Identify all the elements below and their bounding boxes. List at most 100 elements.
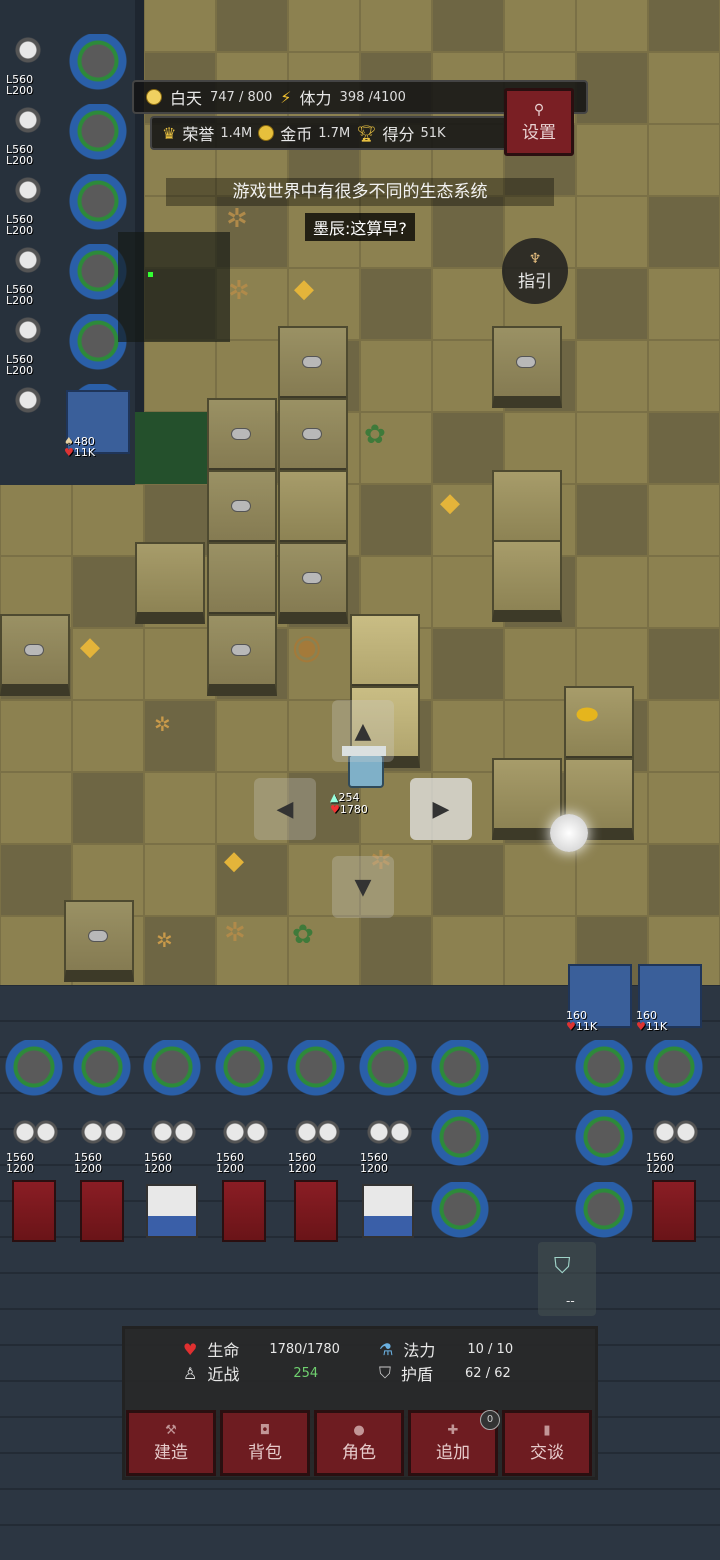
goblet-icon: ♆ — [528, 250, 542, 267]
rock-block[interactable] — [207, 542, 277, 624]
sand-tile — [0, 844, 72, 916]
melee-stat: ♙ 近战 254 — [183, 1361, 318, 1385]
rock-block[interactable] — [64, 900, 134, 982]
dpad-right-button[interactable]: ▶ — [410, 778, 472, 840]
talk-button[interactable]: ▮ 交谈 — [502, 1410, 592, 1476]
banner-tower[interactable] — [222, 1180, 266, 1242]
cannon-tower[interactable] — [574, 1110, 634, 1170]
chat-icon: ▮ — [543, 1423, 551, 1438]
sand-tile — [576, 844, 648, 916]
cannon-tower[interactable] — [430, 1182, 490, 1242]
gold-coin-icon — [258, 125, 275, 141]
dry-bush-icon: ✲ — [154, 712, 171, 736]
cactus-icon[interactable]: ✿ — [292, 922, 314, 948]
bird-nest-icon[interactable]: ◉ — [292, 630, 322, 664]
backpack-button[interactable]: ◘ 背包 — [220, 1410, 310, 1476]
stamina-icon: ⚡ — [280, 87, 292, 107]
sand-tile — [504, 916, 576, 988]
spire-tower-stats: 1560 1200 — [288, 1151, 316, 1175]
tip-message: 游戏世界中有很多不同的生态系统 — [166, 178, 554, 206]
build-button[interactable]: ⚒ 建造 — [126, 1410, 216, 1476]
cannon-tower[interactable] — [142, 1040, 202, 1100]
gold-crystal-icon[interactable]: ◆ — [224, 848, 244, 874]
cannon-tower[interactable] — [574, 1182, 634, 1242]
settings-button[interactable]: ⚲ 设置 — [504, 88, 574, 156]
sand-tile — [648, 628, 720, 700]
sand-tile — [0, 700, 72, 772]
dry-bush-icon: ✲ — [224, 918, 246, 948]
add-label: 追加 — [436, 1443, 470, 1463]
cannon-tower[interactable] — [72, 1040, 132, 1100]
sand-block[interactable] — [135, 542, 205, 624]
rock-block[interactable] — [207, 614, 277, 696]
sand-tile — [648, 124, 720, 196]
gold-crystal-icon[interactable]: ◆ — [80, 634, 100, 660]
sand-tile — [576, 268, 648, 340]
sand-tile — [360, 268, 432, 340]
rock-block[interactable] — [492, 326, 562, 408]
cannon-tower[interactable] — [430, 1040, 490, 1100]
skill-slot[interactable]: ⛉ -- — [538, 1242, 596, 1316]
gold-crystal-icon[interactable]: ◆ — [440, 490, 460, 516]
cannon-tower[interactable] — [214, 1040, 274, 1100]
sand-block[interactable] — [278, 470, 348, 552]
gold-ore-block[interactable]: ⬬ — [564, 686, 634, 768]
life-value: 1780/1780 — [269, 1341, 340, 1357]
guide-button[interactable]: ♆ 指引 — [502, 238, 568, 304]
dpad-left-button[interactable]: ◀ — [254, 778, 316, 840]
cannon-tower[interactable] — [574, 1040, 634, 1100]
sand-tile — [648, 52, 720, 124]
sand-block[interactable] — [492, 540, 562, 622]
sand-tile — [144, 772, 216, 844]
cactus-icon[interactable]: ✿ — [364, 422, 386, 448]
cannon-tower[interactable] — [644, 1040, 704, 1100]
sand-tile — [360, 340, 432, 412]
banner-tower[interactable] — [12, 1180, 56, 1242]
character-button[interactable]: ● 角色 — [314, 1410, 404, 1476]
spire-tower-stats: L560 L200 — [6, 283, 34, 307]
day-value: 747 / 800 — [210, 89, 273, 105]
cannon-tower[interactable] — [4, 1040, 64, 1100]
sand-tile — [648, 412, 720, 484]
settings-icon: ⚲ — [533, 101, 545, 118]
gold-crystal-icon[interactable]: ◆ — [294, 276, 314, 302]
cannon-tower[interactable] — [68, 104, 128, 164]
rock-block[interactable] — [207, 470, 277, 552]
cannon-tower[interactable] — [68, 34, 128, 94]
sand-tile — [288, 0, 360, 52]
rock-block[interactable] — [278, 398, 348, 480]
sand-tile — [576, 412, 648, 484]
gold-value: 1.7M — [318, 125, 351, 141]
altar-tower[interactable] — [362, 1184, 414, 1238]
dpad-up-button[interactable]: ▲ — [332, 700, 394, 762]
sand-tile — [576, 340, 648, 412]
spire-tower-stats: L560 L200 — [6, 213, 34, 237]
dpad-down-button[interactable]: ▼ — [332, 856, 394, 918]
cannon-tower[interactable] — [286, 1040, 346, 1100]
rock-block[interactable] — [278, 542, 348, 624]
rock-block[interactable] — [278, 326, 348, 408]
rock-block[interactable] — [207, 398, 277, 480]
joystick-knob[interactable] — [550, 814, 588, 852]
rock-block[interactable] — [0, 614, 70, 696]
sand-block[interactable] — [350, 614, 420, 696]
spire-tower[interactable] — [4, 380, 52, 430]
spire-tower-stats: 1560 1200 — [74, 1151, 102, 1175]
banner-tower[interactable] — [652, 1180, 696, 1242]
banner-tower[interactable] — [80, 1180, 124, 1242]
banner-tower[interactable] — [294, 1180, 338, 1242]
minimap[interactable] — [118, 232, 230, 342]
altar-tower[interactable] — [146, 1184, 198, 1238]
cannon-tower[interactable] — [358, 1040, 418, 1100]
cannon-tower[interactable] — [68, 174, 128, 234]
skill-slot-value: -- — [566, 1294, 575, 1308]
sand-tile — [144, 628, 216, 700]
sand-tile — [576, 556, 648, 628]
cannon-tower[interactable] — [430, 1110, 490, 1170]
spire-tower-stats: L560 L200 — [6, 353, 34, 377]
sand-tile — [72, 700, 144, 772]
gate-tower-stats: ♠480 ♥11K — [64, 435, 96, 459]
settings-label: 设置 — [522, 122, 556, 143]
shield-value: 62 / 62 — [465, 1365, 511, 1381]
sand-tile — [72, 484, 144, 556]
